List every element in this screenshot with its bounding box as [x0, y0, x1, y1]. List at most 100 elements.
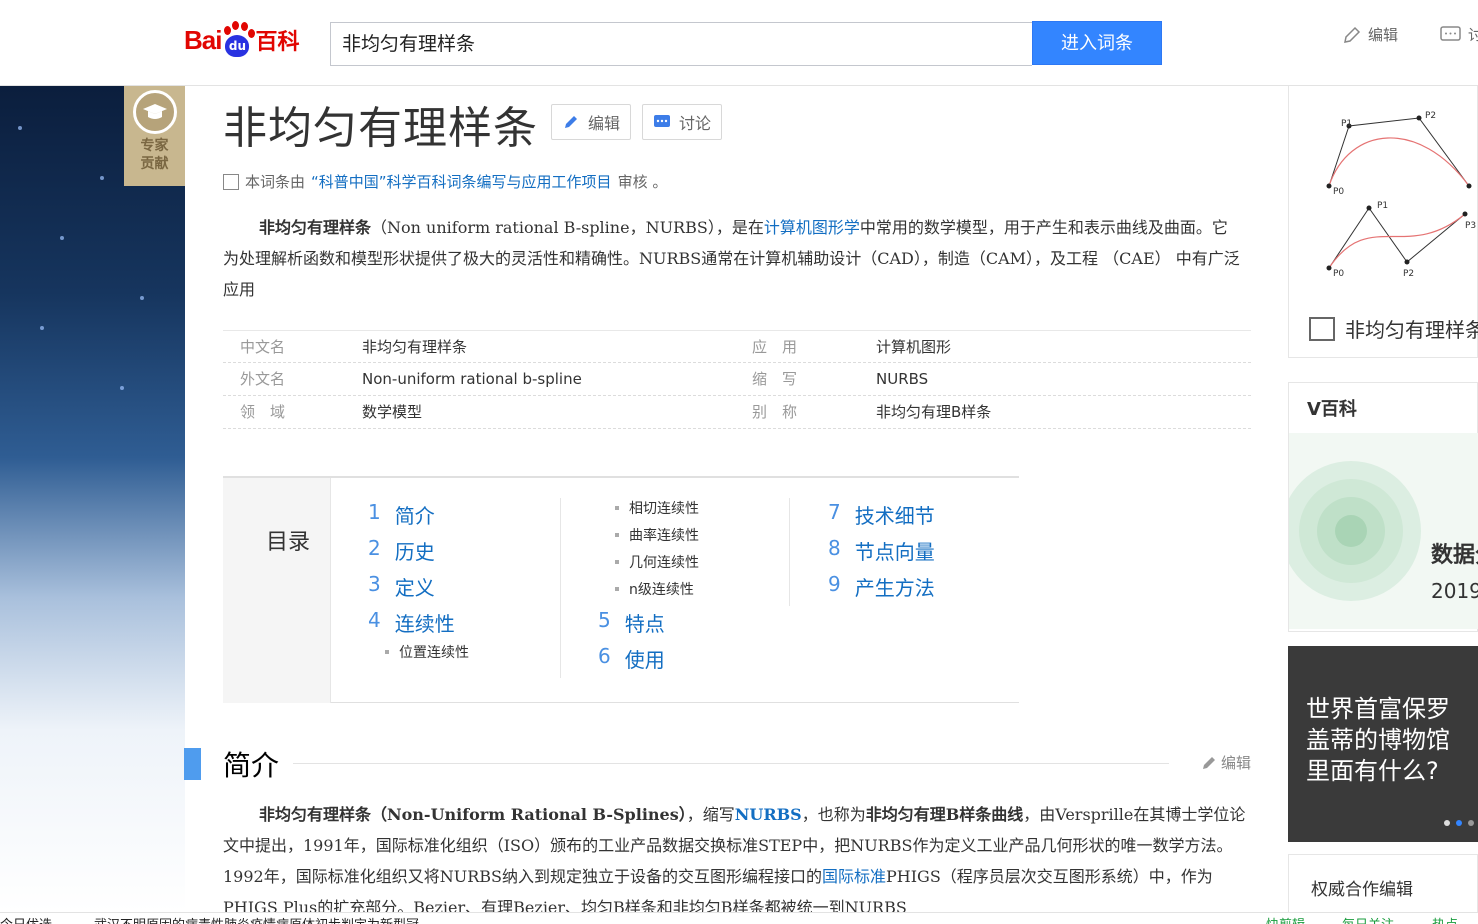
- header-discuss-label: 讨: [1468, 26, 1478, 44]
- bullet-icon: [615, 533, 619, 537]
- toc-label: 简介: [394, 504, 435, 528]
- toc-item[interactable]: 7 技术细节: [828, 500, 935, 529]
- info-value: 数学模型: [362, 403, 423, 421]
- toc-sub-label: 曲率连续性: [629, 528, 699, 544]
- toc-item[interactable]: 6 使用: [598, 644, 665, 673]
- ticker-tab-1[interactable]: 快剪辑: [1266, 914, 1305, 924]
- toc-subitem[interactable]: 几何连续性: [615, 552, 699, 572]
- toc-num: 7: [828, 500, 841, 524]
- expert-label-1: 专家: [140, 138, 169, 154]
- carousel-dot[interactable]: [1444, 820, 1450, 826]
- section-title: 简介: [223, 749, 280, 782]
- info-key: 外文名: [240, 370, 286, 388]
- bg-dot: [100, 176, 104, 180]
- review-suffix: 审核 。: [617, 173, 668, 191]
- album-caption[interactable]: 非均匀有理样条: [1309, 314, 1478, 343]
- toc-label: 连续性: [394, 612, 455, 636]
- toc-divider: [789, 498, 790, 606]
- plot-label-p2: P2: [1425, 111, 1436, 121]
- toc-num: 3: [368, 572, 381, 596]
- nurbs-link[interactable]: NURBS: [735, 805, 802, 824]
- bg-dot: [40, 326, 44, 330]
- main-content: 非均匀有理样条 编辑 讨论 本词条由 “科普中国”科学百科词条编写与应用工作项目 …: [184, 86, 1285, 917]
- info-key: 领 域: [240, 403, 286, 421]
- toc-num: 1: [368, 500, 381, 524]
- toc-heading-box: 目录: [223, 478, 331, 703]
- v-baike-thumbnail[interactable]: 数据分 2019 年: [1289, 433, 1478, 629]
- ticker-tab-3[interactable]: 热点: [1432, 914, 1458, 924]
- baidu-baike-logo[interactable]: Bai du 百科: [184, 18, 299, 62]
- info-key: 缩 写: [752, 370, 798, 388]
- plot-label-p0: P0: [1333, 187, 1344, 197]
- toc-num: 9: [828, 572, 841, 596]
- ticker-tab-2[interactable]: 每日关注: [1342, 914, 1394, 924]
- ticker-headline[interactable]: 武汉不明原因的病毒性肺炎疫情病原体初步判定为新型冠: [94, 914, 419, 924]
- review-project-link[interactable]: “科普中国”科学百科词条编写与应用工作项目: [311, 171, 612, 192]
- basic-info-table: 中文名 非均匀有理样条 应 用 计算机图形 外文名 Non-uniform ra…: [223, 330, 1251, 429]
- toc-heading: 目录: [266, 530, 311, 555]
- toc-divider: [560, 498, 561, 678]
- edit-button[interactable]: 编辑: [551, 104, 631, 140]
- toc-label: 特点: [624, 612, 665, 636]
- toc-item[interactable]: 9 产生方法: [828, 572, 935, 601]
- section-text-1: ，缩写: [686, 805, 735, 824]
- section-edit-button[interactable]: 编辑: [1201, 752, 1251, 773]
- header-edit-button[interactable]: 编辑: [1342, 24, 1398, 45]
- v-baike-title: V百科: [1307, 399, 1357, 420]
- basic-info-row: 外文名 Non-uniform rational b-spline 缩 写 NU…: [223, 363, 1251, 396]
- toc-num: 8: [828, 536, 841, 560]
- info-key: 中文名: [240, 338, 286, 356]
- carousel-dots[interactable]: [1444, 820, 1474, 826]
- international-standard-link[interactable]: 国际标准: [822, 867, 886, 886]
- toc-sub-label: 几何连续性: [629, 555, 699, 571]
- bullet-icon: [615, 506, 619, 510]
- basic-info-row: 领 域 数学模型 别 称 非均匀有理B样条: [223, 396, 1251, 429]
- toc-label: 技术细节: [854, 504, 935, 528]
- logo-baike: 百科: [255, 30, 300, 55]
- section-marker: [184, 748, 201, 780]
- header-edit-label: 编辑: [1368, 26, 1399, 44]
- toc-subitem[interactable]: n级连续性: [615, 579, 694, 599]
- radial-pattern-image: [1289, 461, 1421, 601]
- toc-subitem[interactable]: 位置连续性: [385, 642, 469, 662]
- bg-dot: [60, 236, 64, 240]
- review-notice: 本词条由 “科普中国”科学百科词条编写与应用工作项目 审核 。: [223, 171, 667, 192]
- search-input[interactable]: 非均匀有理样条: [330, 22, 1032, 66]
- carousel-dot[interactable]: [1456, 820, 1462, 826]
- toc-item[interactable]: 5 特点: [598, 608, 665, 637]
- document-icon: [223, 173, 239, 190]
- section-divider: [293, 763, 1169, 764]
- info-value: 计算机图形: [876, 338, 952, 356]
- toc-item[interactable]: 4 连续性: [368, 608, 455, 637]
- v-baike-card[interactable]: V百科 数据分 2019 年: [1288, 382, 1478, 632]
- authority-title: 权威合作编辑: [1311, 880, 1413, 900]
- toc-subitem[interactable]: 相切连续性: [615, 498, 699, 518]
- album-card[interactable]: P0 P1 P2 P0 P1 P2 P3 非均匀有理样条: [1288, 86, 1478, 358]
- ticker-label[interactable]: 今日优选: [0, 914, 52, 924]
- header-discuss-button[interactable]: 讨: [1440, 24, 1478, 45]
- toc-label: 定义: [394, 576, 435, 600]
- enter-entry-button[interactable]: 进入词条: [1032, 21, 1162, 65]
- toc-item[interactable]: 3 定义: [368, 572, 435, 601]
- carousel-dot[interactable]: [1468, 820, 1474, 826]
- plot-label-p2: P2: [1403, 269, 1414, 279]
- logo-bai: Bai: [184, 24, 222, 55]
- info-key: 应 用: [752, 338, 798, 356]
- toc-sub-label: n级连续性: [629, 582, 694, 598]
- toc-item[interactable]: 1 简介: [368, 500, 435, 529]
- toc-subitem[interactable]: 曲率连续性: [615, 525, 699, 545]
- background-decoration: [0, 86, 185, 912]
- spline-diagram: P0 P1 P2 P0 P1 P2 P3: [1326, 111, 1476, 279]
- discuss-button[interactable]: 讨论: [642, 104, 722, 140]
- toc-item[interactable]: 2 历史: [368, 536, 435, 565]
- basic-info-row: 中文名 非均匀有理样条 应 用 计算机图形: [223, 330, 1251, 363]
- expert-contribution-badge[interactable]: 专家 贡献: [124, 86, 185, 186]
- toc-item[interactable]: 8 节点向量: [828, 536, 935, 565]
- bg-dot: [120, 386, 124, 390]
- featured-video-card[interactable]: 世界首富保罗盖蒂的博物馆里面有什么?: [1288, 646, 1478, 842]
- computer-graphics-link[interactable]: 计算机图形学: [764, 218, 860, 237]
- graduation-cap-icon: [132, 90, 177, 134]
- section-term: 非均匀有理样条（Non-Uniform Rational B-Splines）: [259, 805, 687, 824]
- featured-video-title: 世界首富保罗盖蒂的博物馆里面有什么?: [1306, 695, 1450, 785]
- paw-icon: du: [222, 21, 256, 59]
